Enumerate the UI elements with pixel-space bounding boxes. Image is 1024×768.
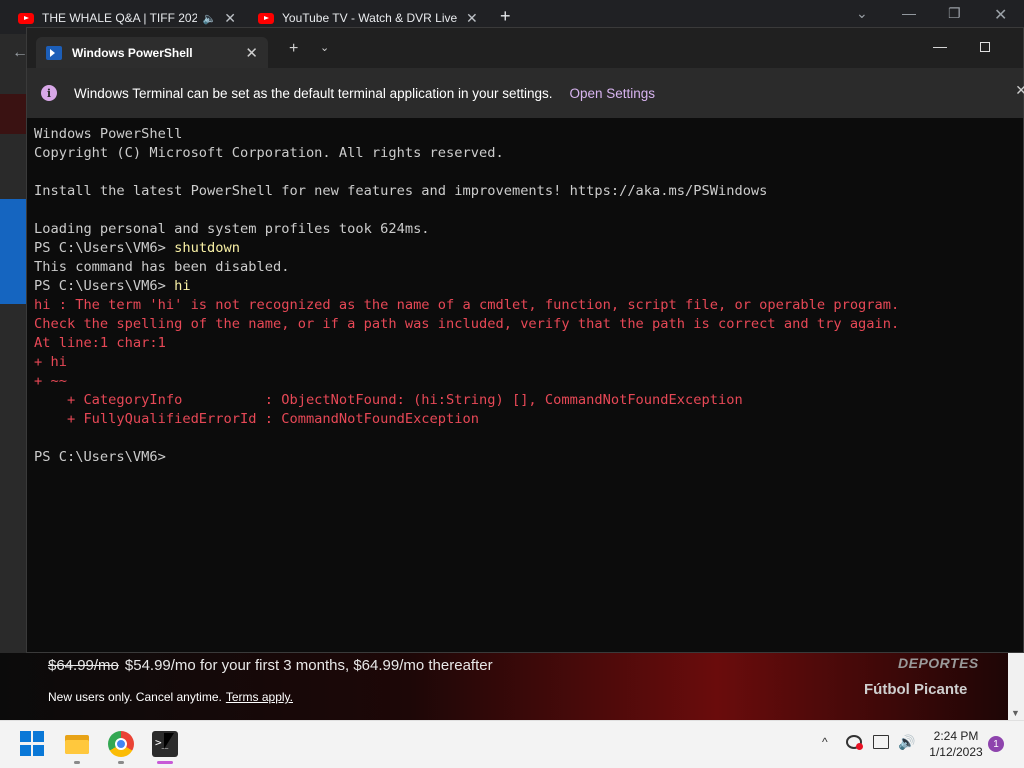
browser-page-edge: [0, 34, 26, 654]
console-text: This command has been disabled.: [34, 259, 290, 275]
console-line: + ~~: [34, 372, 1014, 391]
update-icon[interactable]: [846, 735, 863, 750]
show-title: Fútbol Picante: [864, 681, 968, 698]
new-tab-button[interactable]: +: [500, 6, 511, 27]
console-line: hi : The term 'hi' is not recognized as …: [34, 296, 1014, 315]
maximize-button[interactable]: ❐: [948, 5, 961, 22]
console-prompt: PS C:\Users\VM6>: [34, 240, 175, 256]
console-text: Windows PowerShell: [34, 126, 183, 142]
page-scrollbar[interactable]: ▼: [1008, 653, 1024, 720]
console-line: Copyright (C) Microsoft Corporation. All…: [34, 144, 1014, 163]
console-line: + FullyQualifiedErrorId : CommandNotFoun…: [34, 410, 1014, 429]
offer-text: $54.99/mo for your first 3 months, $64.9…: [124, 657, 493, 674]
running-indicator: [118, 761, 124, 764]
windows-start-icon[interactable]: [20, 731, 46, 757]
console-line: Loading personal and system profiles too…: [34, 220, 1014, 239]
console-line: PS C:\Users\VM6>: [34, 448, 1014, 467]
console-output[interactable]: Windows PowerShell Copyright (C) Microsof…: [34, 125, 1014, 467]
fine-print: New users only. Cancel anytime. Terms app…: [48, 690, 293, 704]
speaker-icon[interactable]: 🔈: [203, 12, 217, 25]
taskbar: [0, 720, 1024, 768]
console-text: At line:1 char:1: [34, 335, 166, 351]
chrome-icon[interactable]: [108, 731, 134, 757]
console-text: Loading personal and system profiles too…: [34, 221, 430, 237]
page-decoration: [0, 199, 26, 304]
console-line: This command has been disabled.: [34, 258, 1014, 277]
new-tab-button[interactable]: +: [289, 40, 298, 58]
clock[interactable]: 2:24 PM 1/12/2023: [926, 728, 986, 760]
console-prompt: PS C:\Users\VM6>: [34, 278, 175, 294]
console-line: + CategoryInfo : ObjectNotFound: (hi:Str…: [34, 391, 1014, 410]
notification-badge[interactable]: 1: [988, 736, 1004, 752]
console-line: + hi: [34, 353, 1014, 372]
console-text: + ~~: [34, 373, 67, 389]
clock-date: 1/12/2023: [929, 745, 983, 759]
console-line: PS C:\Users\VM6> shutdown: [34, 239, 1014, 258]
mouse-cursor-icon: [164, 733, 174, 749]
youtube-icon: [258, 12, 274, 24]
maximize-button[interactable]: [980, 42, 990, 52]
promo-price: $64.99/mo $54.99/mo for your first 3 mont…: [48, 657, 493, 674]
clock-time: 2:24 PM: [933, 729, 979, 743]
network-icon[interactable]: [873, 735, 889, 749]
active-indicator: [157, 761, 173, 764]
console-line: Windows PowerShell: [34, 125, 1014, 144]
chevron-up-icon[interactable]: ^: [822, 735, 828, 749]
console-line: At line:1 char:1: [34, 334, 1014, 353]
promo-banner: $64.99/mo $54.99/mo for your first 3 mont…: [0, 653, 1024, 720]
tab-title: Windows PowerShell: [72, 45, 193, 60]
fine-print-text: New users only. Cancel anytime.: [48, 690, 222, 704]
volume-icon[interactable]: 🔊: [898, 735, 915, 749]
open-settings-link[interactable]: Open Settings: [570, 86, 656, 101]
console-line: Install the latest PowerShell for new fe…: [34, 182, 1014, 201]
minimize-button[interactable]: —: [933, 38, 947, 54]
page-decoration: [0, 94, 26, 134]
running-indicator: [74, 761, 80, 764]
powershell-icon: [46, 45, 62, 60]
file-explorer-icon[interactable]: [64, 731, 90, 757]
old-price: $64.99/mo: [48, 657, 119, 674]
console-line: Check the spelling of the name, or if a …: [34, 315, 1014, 334]
close-icon[interactable]: ✕: [224, 10, 236, 27]
close-icon[interactable]: ✕: [1015, 82, 1024, 99]
close-window-button[interactable]: ✕: [994, 5, 1007, 25]
console-text: hi : The term 'hi' is not recognized as …: [34, 297, 900, 313]
browser-tab-title: YouTube TV - Watch & DVR Live: [282, 11, 458, 25]
terminal-tab-bar: Windows PowerShell ✕ + ⌄ —: [27, 28, 1023, 68]
info-icon: i: [41, 85, 57, 101]
console-text: Install the latest PowerShell for new fe…: [34, 183, 768, 199]
infobar-message: Windows Terminal can be set as the defau…: [74, 85, 553, 101]
console-line: PS C:\Users\VM6> hi: [34, 277, 1014, 296]
console-text: + FullyQualifiedErrorId : CommandNotFoun…: [34, 411, 479, 427]
console-text: Check the spelling of the name, or if a …: [34, 316, 900, 332]
terms-link[interactable]: Terms apply.: [226, 690, 293, 704]
chevron-down-icon[interactable]: ⌄: [856, 5, 868, 22]
console-text: + CategoryInfo : ObjectNotFound: (hi:Str…: [34, 392, 743, 408]
console-text: + hi: [34, 354, 67, 370]
console-text: Copyright (C) Microsoft Corporation. All…: [34, 145, 504, 161]
console-command: shutdown: [174, 240, 241, 256]
youtube-icon: [18, 12, 34, 24]
scroll-down-arrow-icon[interactable]: ▼: [1011, 708, 1020, 718]
chevron-down-icon[interactable]: ⌄: [320, 41, 329, 54]
console-prompt: PS C:\Users\VM6>: [34, 449, 175, 465]
close-icon[interactable]: ✕: [466, 10, 478, 27]
tab-windows-powershell[interactable]: Windows PowerShell ✕: [36, 37, 268, 68]
browser-tab-title: THE WHALE Q&A | TIFF 2022: [42, 11, 197, 25]
console-command: hi: [174, 278, 191, 294]
minimize-button[interactable]: —: [902, 5, 916, 21]
close-icon[interactable]: ✕: [245, 44, 258, 62]
deportes-logo: DEPORTES: [898, 655, 979, 671]
default-terminal-infobar: i Windows Terminal can be set as the def…: [27, 68, 1024, 118]
windows-terminal-window: Windows PowerShell ✕ + ⌄ — i Windows Ter…: [26, 27, 1024, 653]
